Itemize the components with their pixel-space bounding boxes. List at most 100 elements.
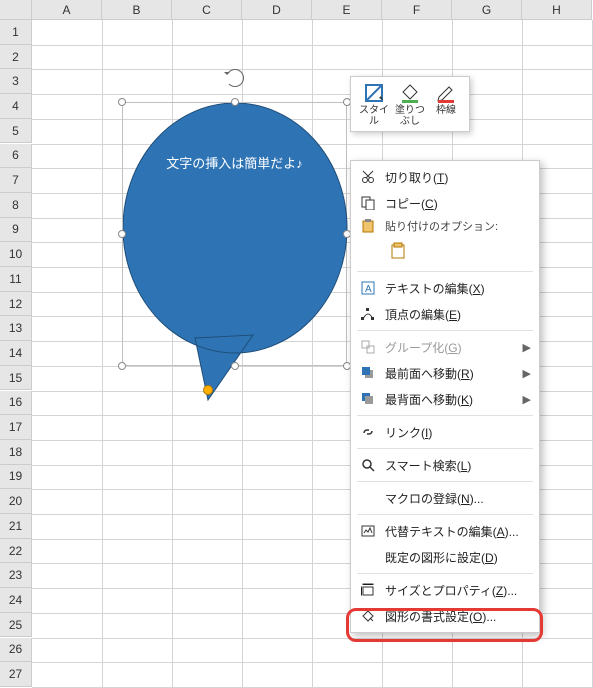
outline-icon bbox=[429, 81, 463, 103]
resize-handle[interactable] bbox=[231, 98, 239, 106]
col-header-C[interactable]: C bbox=[172, 0, 242, 20]
outline-label: 枠線 bbox=[429, 105, 463, 116]
row-header-20[interactable]: 20 bbox=[0, 489, 32, 514]
row-header-18[interactable]: 18 bbox=[0, 440, 32, 465]
menu-set-default-shape[interactable]: 既定の図形に設定(D) bbox=[351, 544, 539, 570]
row-header-27[interactable]: 27 bbox=[0, 662, 32, 687]
row-header-16[interactable]: 16 bbox=[0, 391, 32, 416]
col-header-B[interactable]: B bbox=[102, 0, 172, 20]
row-header-5[interactable]: 5 bbox=[0, 119, 32, 144]
cut-icon bbox=[357, 170, 379, 184]
menu-smart-lookup[interactable]: スマート検索(L) bbox=[351, 452, 539, 478]
context-menu: 切り取り(T) コピー(C) 貼り付けのオプション: A テキストの編集(X) … bbox=[350, 160, 540, 633]
fill-icon bbox=[393, 81, 427, 103]
row-header-10[interactable]: 10 bbox=[0, 242, 32, 267]
menu-assign-macro[interactable]: マクロの登録(N)... bbox=[351, 485, 539, 511]
menu-label: 代替テキストの編集(A)... bbox=[385, 523, 529, 540]
row-header-4[interactable]: 4 bbox=[0, 94, 32, 119]
fill-label: 塗りつぶし bbox=[393, 105, 427, 127]
menu-size-and-properties[interactable]: サイズとプロパティ(Z)... bbox=[351, 577, 539, 603]
menu-label: グループ化(G) bbox=[385, 339, 529, 356]
menu-cut[interactable]: 切り取り(T) bbox=[351, 164, 539, 190]
paste-option-button[interactable] bbox=[385, 238, 411, 264]
menu-format-shape[interactable]: 図形の書式設定(O)... bbox=[351, 603, 539, 629]
row-header-9[interactable]: 9 bbox=[0, 218, 32, 243]
row-header-26[interactable]: 26 bbox=[0, 638, 32, 663]
row-header-21[interactable]: 21 bbox=[0, 514, 32, 539]
separator bbox=[357, 481, 533, 482]
menu-edit-text[interactable]: A テキストの編集(X) bbox=[351, 275, 539, 301]
col-header-E[interactable]: E bbox=[312, 0, 382, 20]
rotate-handle[interactable] bbox=[226, 69, 244, 87]
submenu-arrow-icon: ▶ bbox=[523, 393, 531, 406]
adjustment-handle[interactable] bbox=[203, 385, 213, 395]
menu-label: サイズとプロパティ(Z)... bbox=[385, 582, 529, 599]
resize-handle[interactable] bbox=[118, 230, 126, 238]
group-icon bbox=[357, 340, 379, 354]
submenu-arrow-icon: ▶ bbox=[523, 367, 531, 380]
menu-label: コピー(C) bbox=[385, 195, 529, 212]
row-header-23[interactable]: 23 bbox=[0, 563, 32, 588]
shape-fill-button[interactable]: 塗りつぶし bbox=[393, 81, 427, 127]
menu-alt-text[interactable]: 代替テキストの編集(A)... bbox=[351, 518, 539, 544]
row-header-6[interactable]: 6 bbox=[0, 144, 32, 169]
resize-handle[interactable] bbox=[118, 362, 126, 370]
menu-label: マクロの登録(N)... bbox=[385, 490, 529, 507]
speech-bubble-shape[interactable] bbox=[123, 103, 348, 403]
row-header-2[interactable]: 2 bbox=[0, 45, 32, 70]
menu-edit-points[interactable]: 頂点の編集(E) bbox=[351, 301, 539, 327]
link-icon bbox=[357, 425, 379, 439]
shape-outline-button[interactable]: 枠線 bbox=[429, 81, 463, 127]
col-header-H[interactable]: H bbox=[522, 0, 592, 20]
menu-label: スマート検索(L) bbox=[385, 457, 529, 474]
row-header-11[interactable]: 11 bbox=[0, 267, 32, 292]
menu-label: 既定の図形に設定(D) bbox=[385, 549, 529, 566]
resize-handle[interactable] bbox=[231, 362, 239, 370]
row-header-22[interactable]: 22 bbox=[0, 539, 32, 564]
search-icon bbox=[357, 458, 379, 472]
row-header-1[interactable]: 1 bbox=[0, 20, 32, 45]
style-label: スタイル bbox=[357, 105, 391, 127]
style-icon bbox=[357, 81, 391, 103]
size-icon bbox=[357, 583, 379, 597]
menu-label: テキストの編集(X) bbox=[385, 280, 529, 297]
paste-options-row bbox=[351, 236, 539, 268]
menu-label: 切り取り(T) bbox=[385, 169, 529, 186]
col-header-G[interactable]: G bbox=[452, 0, 522, 20]
menu-label: 図形の書式設定(O)... bbox=[385, 608, 529, 625]
row-header-14[interactable]: 14 bbox=[0, 341, 32, 366]
menu-link[interactable]: リンク(I) bbox=[351, 419, 539, 445]
format-shape-icon bbox=[357, 609, 379, 623]
bring-front-icon bbox=[357, 366, 379, 380]
row-header-3[interactable]: 3 bbox=[0, 69, 32, 94]
menu-bring-to-front[interactable]: 最前面へ移動(R) ▶ bbox=[351, 360, 539, 386]
submenu-arrow-icon: ▶ bbox=[523, 341, 531, 354]
row-header-12[interactable]: 12 bbox=[0, 292, 32, 317]
separator bbox=[357, 514, 533, 515]
row-header-15[interactable]: 15 bbox=[0, 366, 32, 391]
row-header-13[interactable]: 13 bbox=[0, 316, 32, 341]
row-header-17[interactable]: 17 bbox=[0, 415, 32, 440]
row-header-25[interactable]: 25 bbox=[0, 613, 32, 638]
shape-selection-box[interactable]: 文字の挿入は簡単だよ♪ bbox=[122, 102, 347, 366]
row-header-8[interactable]: 8 bbox=[0, 193, 32, 218]
col-header-D[interactable]: D bbox=[242, 0, 312, 20]
menu-label: 最背面へ移動(K) bbox=[385, 391, 529, 408]
menu-copy[interactable]: コピー(C) bbox=[351, 190, 539, 216]
svg-text:A: A bbox=[365, 284, 372, 295]
col-header-F[interactable]: F bbox=[382, 0, 452, 20]
row-header-19[interactable]: 19 bbox=[0, 465, 32, 490]
menu-label: 最前面へ移動(R) bbox=[385, 365, 529, 382]
col-header-A[interactable]: A bbox=[32, 0, 102, 20]
resize-handle[interactable] bbox=[118, 98, 126, 106]
alt-text-icon bbox=[357, 524, 379, 538]
shape-style-button[interactable]: スタイル bbox=[357, 81, 391, 127]
send-back-icon bbox=[357, 392, 379, 406]
edit-text-icon: A bbox=[357, 281, 379, 295]
row-header-7[interactable]: 7 bbox=[0, 168, 32, 193]
select-all-corner[interactable] bbox=[0, 0, 32, 20]
row-header-24[interactable]: 24 bbox=[0, 588, 32, 613]
copy-icon bbox=[357, 196, 379, 210]
clipboard-icon bbox=[389, 242, 407, 260]
menu-send-to-back[interactable]: 最背面へ移動(K) ▶ bbox=[351, 386, 539, 412]
